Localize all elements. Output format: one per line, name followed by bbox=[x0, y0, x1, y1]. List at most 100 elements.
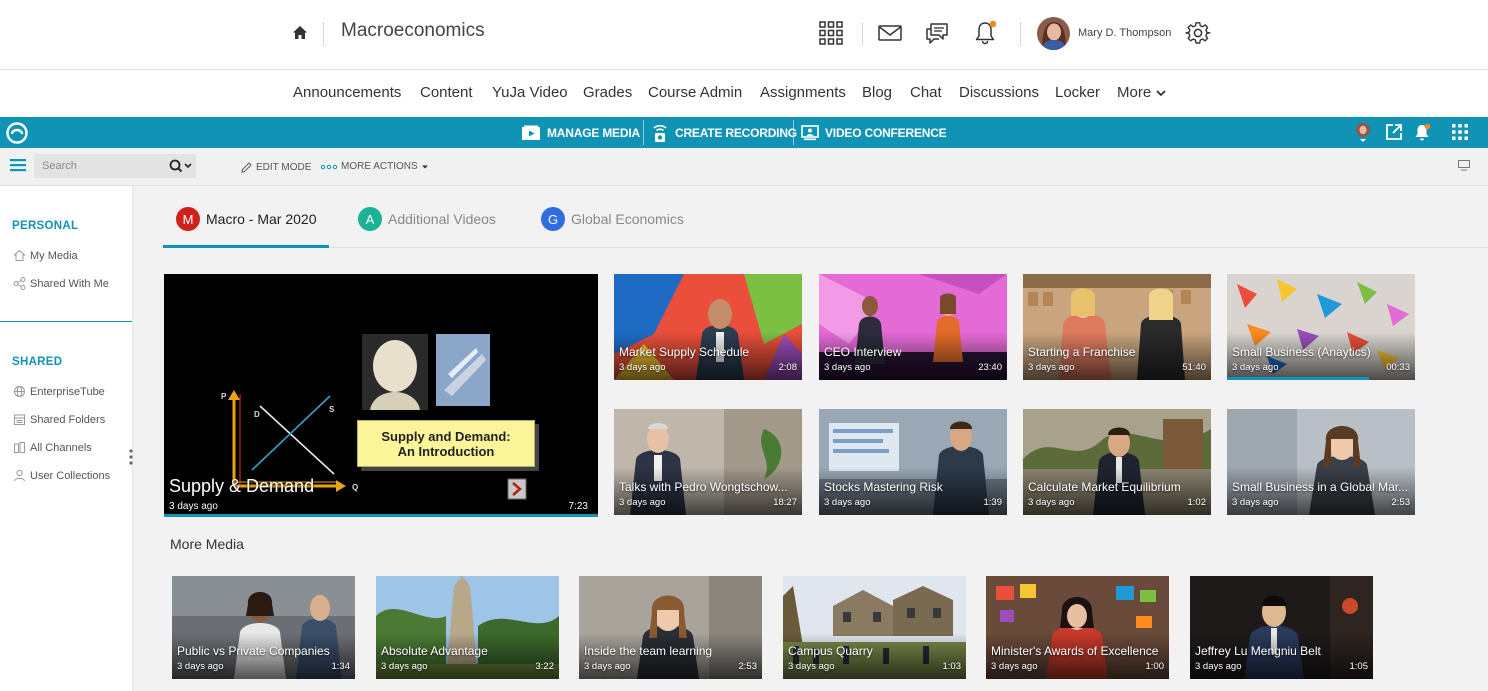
video-card[interactable]: Public vs Private Companies 3 days ago 1… bbox=[172, 576, 355, 679]
video-date: 3 days ago bbox=[1232, 497, 1279, 508]
manage-media-button[interactable]: MANAGE MEDIA bbox=[521, 117, 640, 148]
chat-bubbles-icon[interactable] bbox=[924, 20, 950, 46]
video-conference-button[interactable]: VIDEO CONFERENCE bbox=[801, 117, 947, 148]
nav-more[interactable]: More bbox=[1117, 84, 1166, 101]
notification-bell-icon[interactable] bbox=[972, 20, 998, 46]
sidebar-item-shared-with-me[interactable]: Shared With Me bbox=[13, 277, 109, 290]
home-icon[interactable] bbox=[291, 24, 309, 42]
chevron-down-icon bbox=[1156, 89, 1166, 96]
sidebar-item-user-collections[interactable]: User Collections bbox=[13, 469, 110, 482]
video-card[interactable]: Small Business (Anaytics) 3 days ago 00:… bbox=[1227, 274, 1415, 380]
nav-assignments[interactable]: Assignments bbox=[760, 84, 846, 101]
divider bbox=[862, 23, 863, 45]
video-date: 3 days ago bbox=[619, 362, 666, 373]
sidebar-item-label: Shared Folders bbox=[30, 413, 106, 426]
demand-label: D bbox=[254, 410, 260, 419]
nav-course-admin[interactable]: Course Admin bbox=[648, 84, 742, 101]
caret-down-icon bbox=[421, 165, 428, 168]
home-icon bbox=[13, 249, 26, 261]
video-duration: 23:40 bbox=[978, 362, 1002, 373]
nav-yuja-video[interactable]: YuJa Video bbox=[492, 84, 568, 101]
video-date: 3 days ago bbox=[1028, 497, 1075, 508]
nav-content[interactable]: Content bbox=[420, 84, 473, 101]
nav-blog[interactable]: Blog bbox=[862, 84, 892, 101]
more-actions-button[interactable]: MORE ACTIONS bbox=[320, 161, 429, 172]
video-duration: 00:33 bbox=[1386, 362, 1410, 373]
profile-avatar-icon[interactable] bbox=[1353, 122, 1373, 142]
video-title: Stocks Mastering Risk bbox=[824, 480, 943, 494]
create-recording-button[interactable]: CREATE RECORDING bbox=[651, 117, 797, 148]
hamburger-menu-icon[interactable] bbox=[10, 158, 26, 172]
pencil-icon bbox=[241, 162, 252, 173]
gear-icon[interactable] bbox=[1185, 20, 1211, 46]
video-card[interactable]: Starting a Franchise 3 days ago 51:40 bbox=[1023, 274, 1211, 380]
personal-heading: PERSONAL bbox=[12, 220, 79, 232]
video-duration: 7:23 bbox=[568, 501, 588, 512]
recording-icon bbox=[653, 124, 667, 142]
apps-grid-icon[interactable] bbox=[1450, 122, 1470, 142]
sidebar-item-enterprisetube[interactable]: EnterpriseTube bbox=[13, 385, 105, 398]
video-card[interactable]: Minister's Awards of Excellence 3 days a… bbox=[986, 576, 1169, 679]
video-conference-icon bbox=[801, 124, 819, 140]
shared-heading: SHARED bbox=[12, 356, 63, 368]
tab-macro[interactable]: M Macro - Mar 2020 bbox=[163, 207, 330, 248]
video-card[interactable]: Campus Quarry 3 days ago 1:03 bbox=[783, 576, 966, 679]
video-title: Inside the team learning bbox=[584, 644, 713, 658]
open-external-icon[interactable] bbox=[1384, 122, 1404, 142]
edit-mode-label: EDIT MODE bbox=[256, 162, 312, 173]
tab-global-economics[interactable]: G Global Economics bbox=[541, 207, 684, 248]
search-icon[interactable] bbox=[168, 158, 196, 174]
monitor-icon[interactable] bbox=[1458, 160, 1470, 171]
nav-chat[interactable]: Chat bbox=[910, 84, 942, 101]
video-card[interactable]: Calculate Market Equilibrium 3 days ago … bbox=[1023, 409, 1211, 515]
video-duration: 1:03 bbox=[942, 661, 962, 672]
sidebar-item-label: All Channels bbox=[30, 441, 92, 454]
more-dots-icon bbox=[320, 164, 338, 169]
divider bbox=[793, 120, 794, 145]
video-duration: 2:53 bbox=[1391, 497, 1411, 508]
video-title: Supply & Demand bbox=[169, 476, 315, 496]
apps-grid-icon[interactable] bbox=[818, 20, 844, 46]
divider bbox=[643, 120, 644, 145]
avatar[interactable] bbox=[1037, 17, 1070, 50]
yuja-logo-icon[interactable] bbox=[5, 121, 29, 145]
more-media-heading: More Media bbox=[170, 536, 244, 552]
video-card[interactable]: Jeffrey Lu Mengniu Belt 3 days ago 1:05 bbox=[1190, 576, 1373, 679]
video-date: 3 days ago bbox=[824, 362, 871, 373]
video-date: 3 days ago bbox=[619, 497, 666, 508]
nav-locker[interactable]: Locker bbox=[1055, 84, 1100, 101]
sidebar-item-my-media[interactable]: My Media bbox=[13, 249, 78, 262]
tab-label: Macro - Mar 2020 bbox=[206, 211, 317, 227]
video-date: 3 days ago bbox=[177, 661, 224, 672]
video-card[interactable]: Talks with Pedro Wongtschow... 3 days ag… bbox=[614, 409, 802, 515]
featured-video-card[interactable]: P Q D S Supply and Demand: An Introducti… bbox=[164, 274, 598, 517]
sidebar-item-label: Shared With Me bbox=[30, 277, 109, 290]
video-card[interactable]: CEO Interview 3 days ago 23:40 bbox=[819, 274, 1007, 380]
video-card[interactable]: Market Supply Schedule 3 days ago 2:08 bbox=[614, 274, 802, 380]
supply-label: S bbox=[329, 405, 335, 414]
video-card[interactable]: Stocks Mastering Risk 3 days ago 1:39 bbox=[819, 409, 1007, 515]
video-card[interactable]: Absolute Advantage 3 days ago 3:22 bbox=[376, 576, 559, 679]
nav-discussions[interactable]: Discussions bbox=[959, 84, 1039, 101]
course-title[interactable]: Macroeconomics bbox=[341, 20, 485, 42]
mail-icon[interactable] bbox=[877, 20, 903, 46]
video-card[interactable]: Small Business in a Global Mar... 3 days… bbox=[1227, 409, 1415, 515]
video-progress-bar bbox=[1227, 377, 1369, 380]
video-duration: 1:00 bbox=[1145, 661, 1165, 672]
notification-bell-icon[interactable] bbox=[1412, 122, 1432, 142]
video-date: 3 days ago bbox=[1195, 661, 1242, 672]
sidebar-item-all-channels[interactable]: All Channels bbox=[13, 441, 92, 454]
video-card[interactable]: Inside the team learning 3 days ago 2:53 bbox=[579, 576, 762, 679]
video-date: 3 days ago bbox=[1028, 362, 1075, 373]
nav-announcements[interactable]: Announcements bbox=[293, 84, 401, 101]
video-title: Minister's Awards of Excellence bbox=[991, 644, 1159, 658]
yuja-toolbar: MANAGE MEDIA CREATE RECORDING VIDEO CONF… bbox=[0, 117, 1488, 148]
video-date: 3 days ago bbox=[991, 661, 1038, 672]
nav-grades[interactable]: Grades bbox=[583, 84, 632, 101]
tab-additional-videos[interactable]: A Additional Videos bbox=[358, 207, 496, 248]
user-name[interactable]: Mary D. Thompson bbox=[1078, 27, 1171, 39]
edit-mode-button[interactable]: EDIT MODE bbox=[240, 161, 311, 174]
tab-label: Additional Videos bbox=[388, 211, 496, 227]
sidebar-item-shared-folders[interactable]: Shared Folders bbox=[13, 413, 105, 426]
slide-title-line1: Supply and Demand: bbox=[381, 428, 511, 444]
